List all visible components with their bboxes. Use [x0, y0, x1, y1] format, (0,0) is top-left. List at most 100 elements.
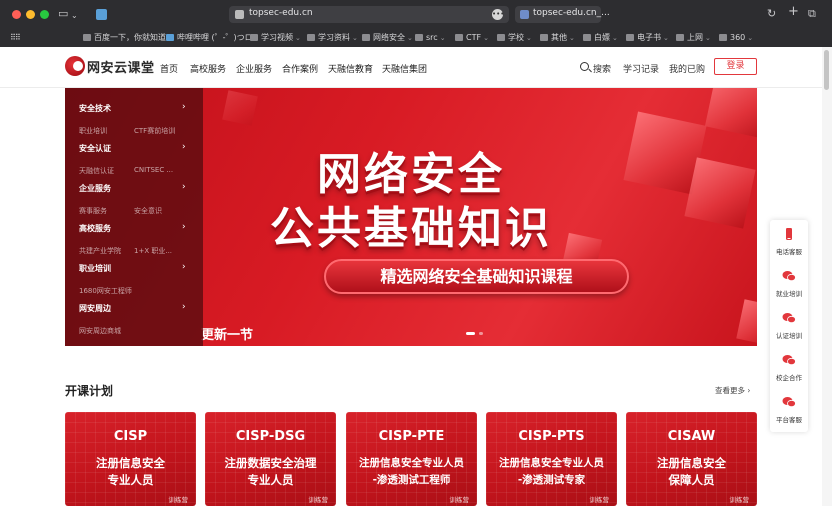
address-bar[interactable]: topsec-edu.cn ••• — [229, 6, 509, 23]
logo-text: 网安云课堂 — [87, 61, 155, 76]
menu-sub-item[interactable]: 1+X 职业... — [134, 246, 172, 256]
chevron-down-icon[interactable]: ⌄ — [71, 9, 78, 23]
course-line1: 注册数据安全治理 — [224, 456, 317, 470]
chevron-right-icon[interactable]: › — [182, 222, 186, 232]
login-button[interactable]: 登录 — [714, 58, 757, 75]
hero-course-pill[interactable]: 精选网络安全基础知识课程 — [324, 259, 629, 294]
certification-training-button[interactable]: 认证培训 — [770, 306, 808, 346]
course-line2: 专业人员 — [107, 473, 154, 487]
menu-vocational-training[interactable]: 职业培训 — [79, 263, 111, 274]
search-link[interactable]: 搜索 — [593, 62, 611, 75]
nav-topsec-group[interactable]: 天融信集团 — [382, 62, 427, 75]
menu-merchandise[interactable]: 网安周边 — [79, 303, 111, 314]
school-enterprise-button[interactable]: 校企合作 — [770, 348, 808, 388]
platform-service-button[interactable]: 平台客服 — [770, 390, 808, 430]
carousel-dot[interactable] — [479, 332, 483, 335]
grid-icon[interactable]: ⠿⠿ — [10, 32, 21, 44]
folder-icon — [497, 34, 505, 41]
folder-icon — [540, 34, 548, 41]
tab-overview-icon[interactable]: ⧉ — [808, 7, 816, 21]
reload-icon[interactable]: ↻ — [767, 7, 776, 21]
shield-extension-icon[interactable] — [96, 9, 107, 20]
menu-sub-item[interactable]: 安全意识 — [134, 206, 162, 216]
bookmark-item[interactable]: 百度一下，你就知道 — [83, 32, 166, 44]
chevron-right-icon[interactable]: › — [182, 142, 186, 152]
menu-enterprise-services[interactable]: 企业服务 — [79, 183, 111, 194]
course-card[interactable]: CISP 注册信息安全 专业人员 训练营 — [65, 412, 196, 506]
tab-title: topsec-edu.cn_... — [533, 8, 610, 18]
menu-sub-item[interactable]: 天融信认证 — [79, 166, 114, 176]
chevron-down-icon: ⌄ — [295, 34, 301, 42]
bookmark-folder[interactable]: 上网 ⌄ — [676, 32, 711, 44]
bookmark-item[interactable]: 哔哩哔哩 (゜-゜)つロ — [166, 32, 253, 44]
chevron-down-icon: ⌄ — [439, 34, 446, 42]
chevron-down-icon: ⌄ — [526, 34, 532, 42]
menu-sub-item[interactable]: 共建产业学院 — [79, 246, 121, 256]
nav-topsec-education[interactable]: 天融信教育 — [328, 62, 373, 75]
chevron-down-icon: ⌄ — [705, 34, 711, 42]
browser-tab[interactable]: topsec-edu.cn_... — [515, 6, 610, 23]
panel-label: 平台客服 — [776, 416, 802, 424]
nav-university-services[interactable]: 高校服务 — [190, 62, 226, 75]
chevron-right-icon[interactable]: › — [182, 262, 186, 272]
my-purchases-link[interactable]: 我的已购 — [669, 62, 705, 75]
bookmark-folder[interactable]: src ⌄ — [415, 32, 446, 44]
carousel-dot-active[interactable] — [466, 332, 475, 335]
bookmark-folder[interactable]: 白嫖 ⌄ — [583, 32, 618, 44]
course-tag: 训练营 — [308, 496, 329, 504]
close-window-button[interactable] — [12, 10, 21, 19]
menu-university-services[interactable]: 高校服务 — [79, 223, 111, 234]
sidebar-toggle-icon[interactable]: ▭ — [58, 7, 68, 21]
zoom-window-button[interactable] — [40, 10, 49, 19]
new-tab-icon[interactable]: + — [788, 5, 799, 19]
bookmark-folder[interactable]: 学校 ⌄ — [497, 32, 532, 44]
menu-sub-item[interactable]: CTF赛前培训 — [134, 126, 175, 136]
course-line2: -渗透测试工程师 — [372, 474, 451, 486]
bookmark-folder[interactable]: 学习资料 ⌄ — [307, 32, 358, 44]
menu-security-certification[interactable]: 安全认证 — [79, 143, 111, 154]
minimize-window-button[interactable] — [26, 10, 35, 19]
folder-icon — [626, 34, 634, 41]
menu-sub-item[interactable]: 赛事服务 — [79, 206, 107, 216]
browser-titlebar: ▭ ⌄ topsec-edu.cn ••• topsec-edu.cn_... … — [0, 0, 832, 29]
course-card[interactable]: CISAW 注册信息安全 保障人员 训练营 — [626, 412, 757, 506]
floating-service-panel: 电话客服 就业培训 认证培训 校企合作 平台客服 — [770, 220, 808, 432]
menu-sub-item[interactable]: 1680网安工程师 — [79, 286, 132, 296]
menu-sub-item[interactable]: 网安周边商城 — [79, 326, 121, 336]
chevron-right-icon[interactable]: › — [182, 182, 186, 192]
bookmark-folder[interactable]: 电子书 ⌄ — [626, 32, 669, 44]
course-line2: 保障人员 — [668, 473, 715, 487]
bookmark-folder[interactable]: CTF ⌄ — [455, 32, 489, 44]
course-title: CISP-PTS — [518, 429, 585, 444]
nav-enterprise-services[interactable]: 企业服务 — [236, 62, 272, 75]
chevron-down-icon: ⌄ — [352, 34, 358, 42]
menu-security-tech[interactable]: 安全技术 — [79, 103, 111, 114]
phone-service-button[interactable]: 电话客服 — [770, 222, 808, 262]
view-more-link[interactable]: 查看更多 › — [715, 385, 750, 396]
folder-icon — [583, 34, 591, 41]
employment-training-button[interactable]: 就业培训 — [770, 264, 808, 304]
bookmark-folder[interactable]: 其他 ⌄ — [540, 32, 575, 44]
chevron-right-icon[interactable]: › — [182, 102, 186, 112]
bookmark-label: 网络安全 — [373, 33, 405, 42]
course-card[interactable]: CISP-DSG 注册数据安全治理 专业人员 训练营 — [205, 412, 336, 506]
course-card[interactable]: CISP-PTS 注册信息安全专业人员 -渗透测试专家 训练营 — [486, 412, 617, 506]
site-favicon-icon — [235, 10, 244, 19]
menu-sub-item[interactable]: 职业培训 — [79, 126, 107, 136]
nav-home[interactable]: 首页 — [160, 62, 178, 75]
bookmark-label: 上网 — [687, 33, 703, 42]
bookmark-folder[interactable]: 360 ⌄ — [719, 32, 753, 44]
bookmark-folder[interactable]: 网络安全 ⌄ — [362, 32, 413, 44]
course-card[interactable]: CISP-PTE 注册信息安全专业人员 -渗透测试工程师 训练营 — [346, 412, 477, 506]
folder-icon — [719, 34, 727, 41]
scrollbar-track[interactable] — [822, 47, 832, 506]
more-options-icon[interactable]: ••• — [492, 9, 504, 20]
chevron-right-icon[interactable]: › — [182, 302, 186, 312]
scrollbar-thumb[interactable] — [824, 50, 829, 90]
menu-sub-item[interactable]: CNITSEC ... — [134, 166, 173, 174]
nav-case-studies[interactable]: 合作案例 — [282, 62, 318, 75]
bookmark-folder[interactable]: 学习视频 ⌄ — [250, 32, 301, 44]
learning-records-link[interactable]: 学习记录 — [623, 62, 659, 75]
bookmark-label: 学习资料 — [318, 33, 350, 42]
search-icon[interactable] — [580, 62, 589, 71]
